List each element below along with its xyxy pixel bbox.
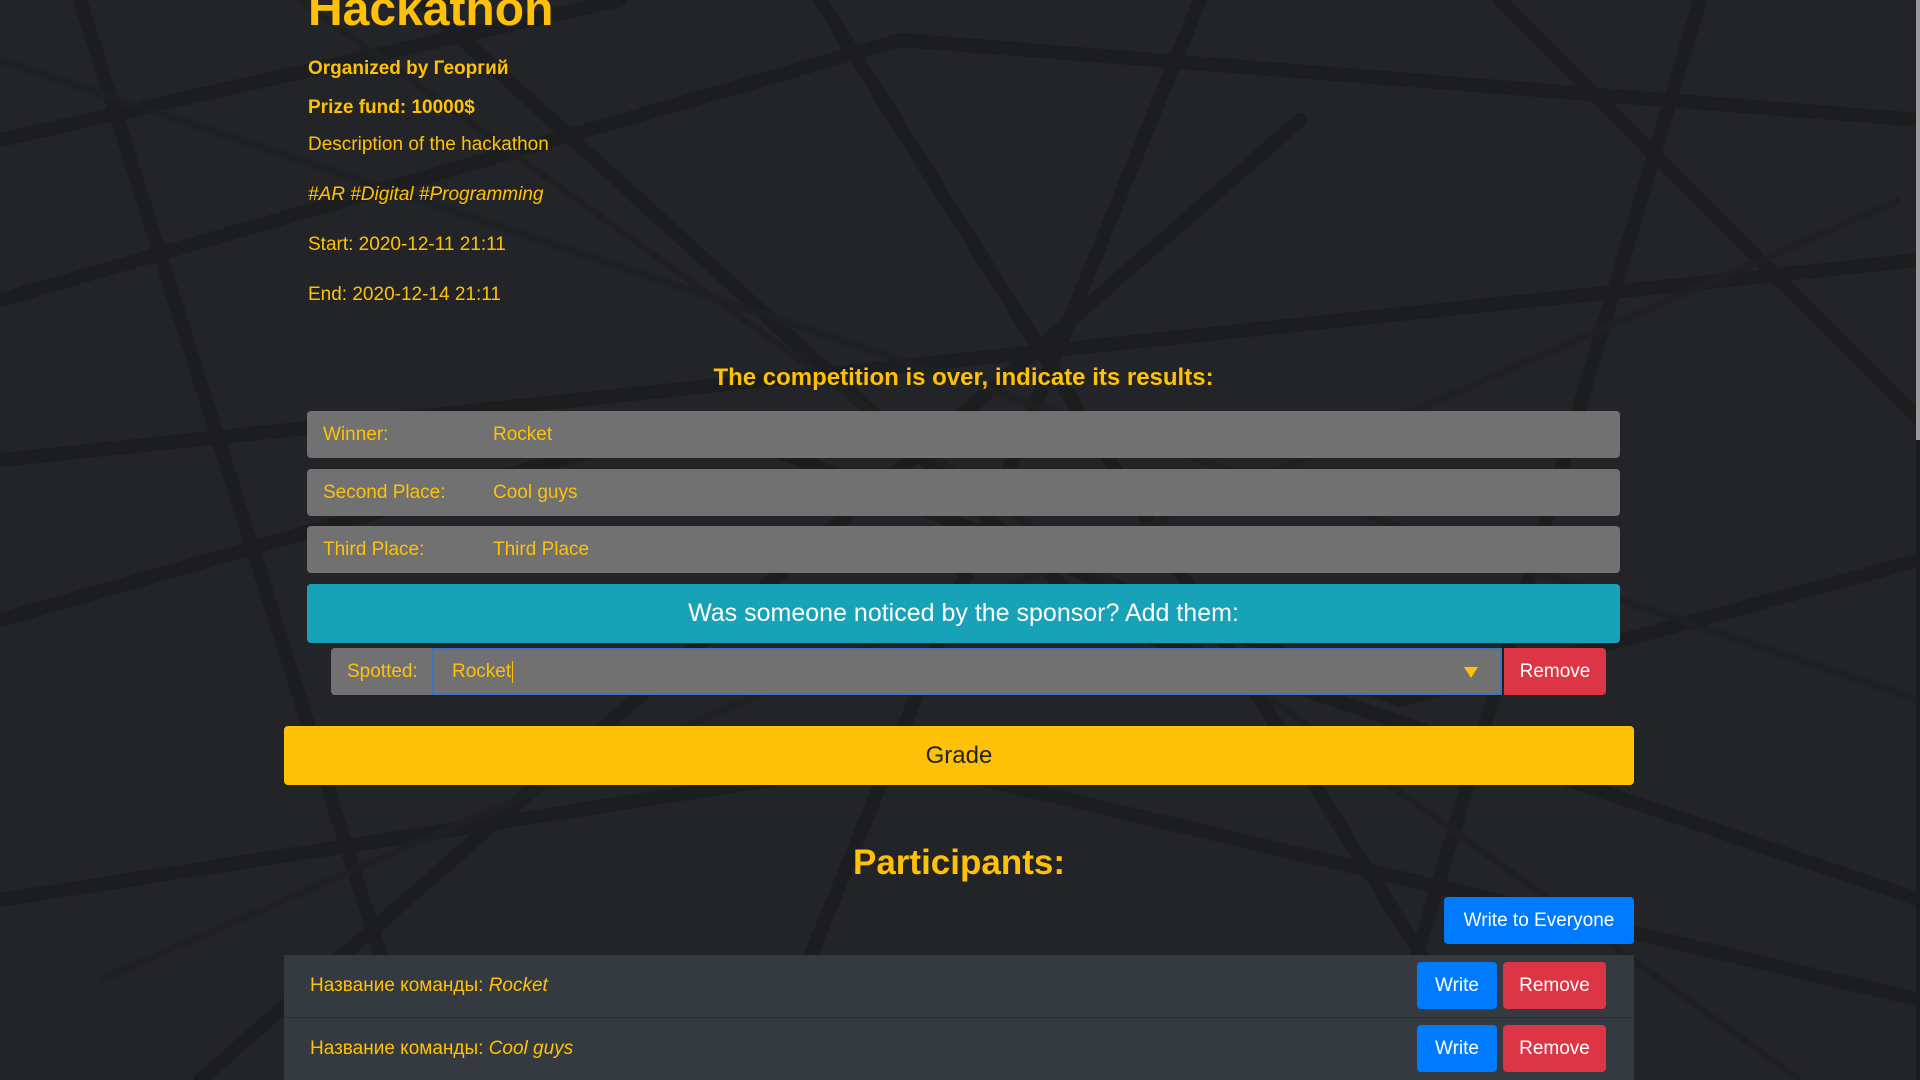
results-heading: The competition is over, indicate its re… [713,364,1214,391]
winner-field[interactable]: Winner: Rocket [307,411,1620,458]
list-item: Название команды: Cool guys Write Remove [284,1018,1634,1080]
second-place-label: Second Place: [323,481,446,503]
team-prefix: Название команды: [310,975,489,996]
third-place-label: Third Place: [323,538,425,560]
write-to-everyone-button[interactable]: Write to Everyone [1444,897,1634,944]
winner-value: Rocket [493,423,553,445]
remove-spotted-button[interactable]: Remove [1504,648,1606,695]
third-place-value: Third Place [493,538,590,560]
second-place-field[interactable]: Second Place: Cool guys [307,469,1620,516]
description-text: Description of the hackathon [308,134,549,155]
spotted-value: Rocket [452,660,512,682]
tags-text: #AR #Digital #Programming [308,184,544,205]
spotted-select[interactable]: Rocket [432,648,1502,695]
remove-team-button[interactable]: Remove [1503,1025,1606,1072]
team-prefix: Название команды: [310,1038,489,1059]
team-name: Cool guys [488,1038,574,1059]
spotted-label: Spotted: [331,648,432,695]
team-list: Название команды: Rocket Write Remove На… [284,955,1634,1080]
winner-label: Winner: [323,423,389,445]
third-place-field[interactable]: Third Place: Third Place [307,526,1620,573]
remove-team-button[interactable]: Remove [1503,962,1606,1009]
participants-heading: Participants: [853,843,1065,882]
chevron-down-icon[interactable] [1464,667,1478,678]
team-name: Rocket [488,975,548,996]
scrollbar-thumb[interactable] [1916,0,1920,440]
spotted-row: Spotted: Rocket Remove [331,648,1606,695]
prize-text: Prize fund: 10000$ [308,97,475,118]
start-date: Start: 2020-12-11 21:11 [308,234,506,255]
organizer-text: Organized by Георгий [308,58,509,79]
second-place-value: Cool guys [493,481,578,503]
write-button[interactable]: Write [1417,1025,1497,1072]
page-title: Hackathon [308,0,554,36]
scrollbar[interactable] [1916,0,1920,1080]
hackathon-info: Hackathon Organized by Георгий Prize fun… [308,0,554,305]
add-spotted-button[interactable]: Was someone noticed by the sponsor? Add … [307,584,1620,643]
grade-button[interactable]: Grade [284,726,1634,785]
text-caret [512,660,514,683]
write-button[interactable]: Write [1417,962,1497,1009]
list-item: Название команды: Rocket Write Remove [284,955,1634,1018]
end-date: End: 2020-12-14 21:11 [308,284,501,305]
